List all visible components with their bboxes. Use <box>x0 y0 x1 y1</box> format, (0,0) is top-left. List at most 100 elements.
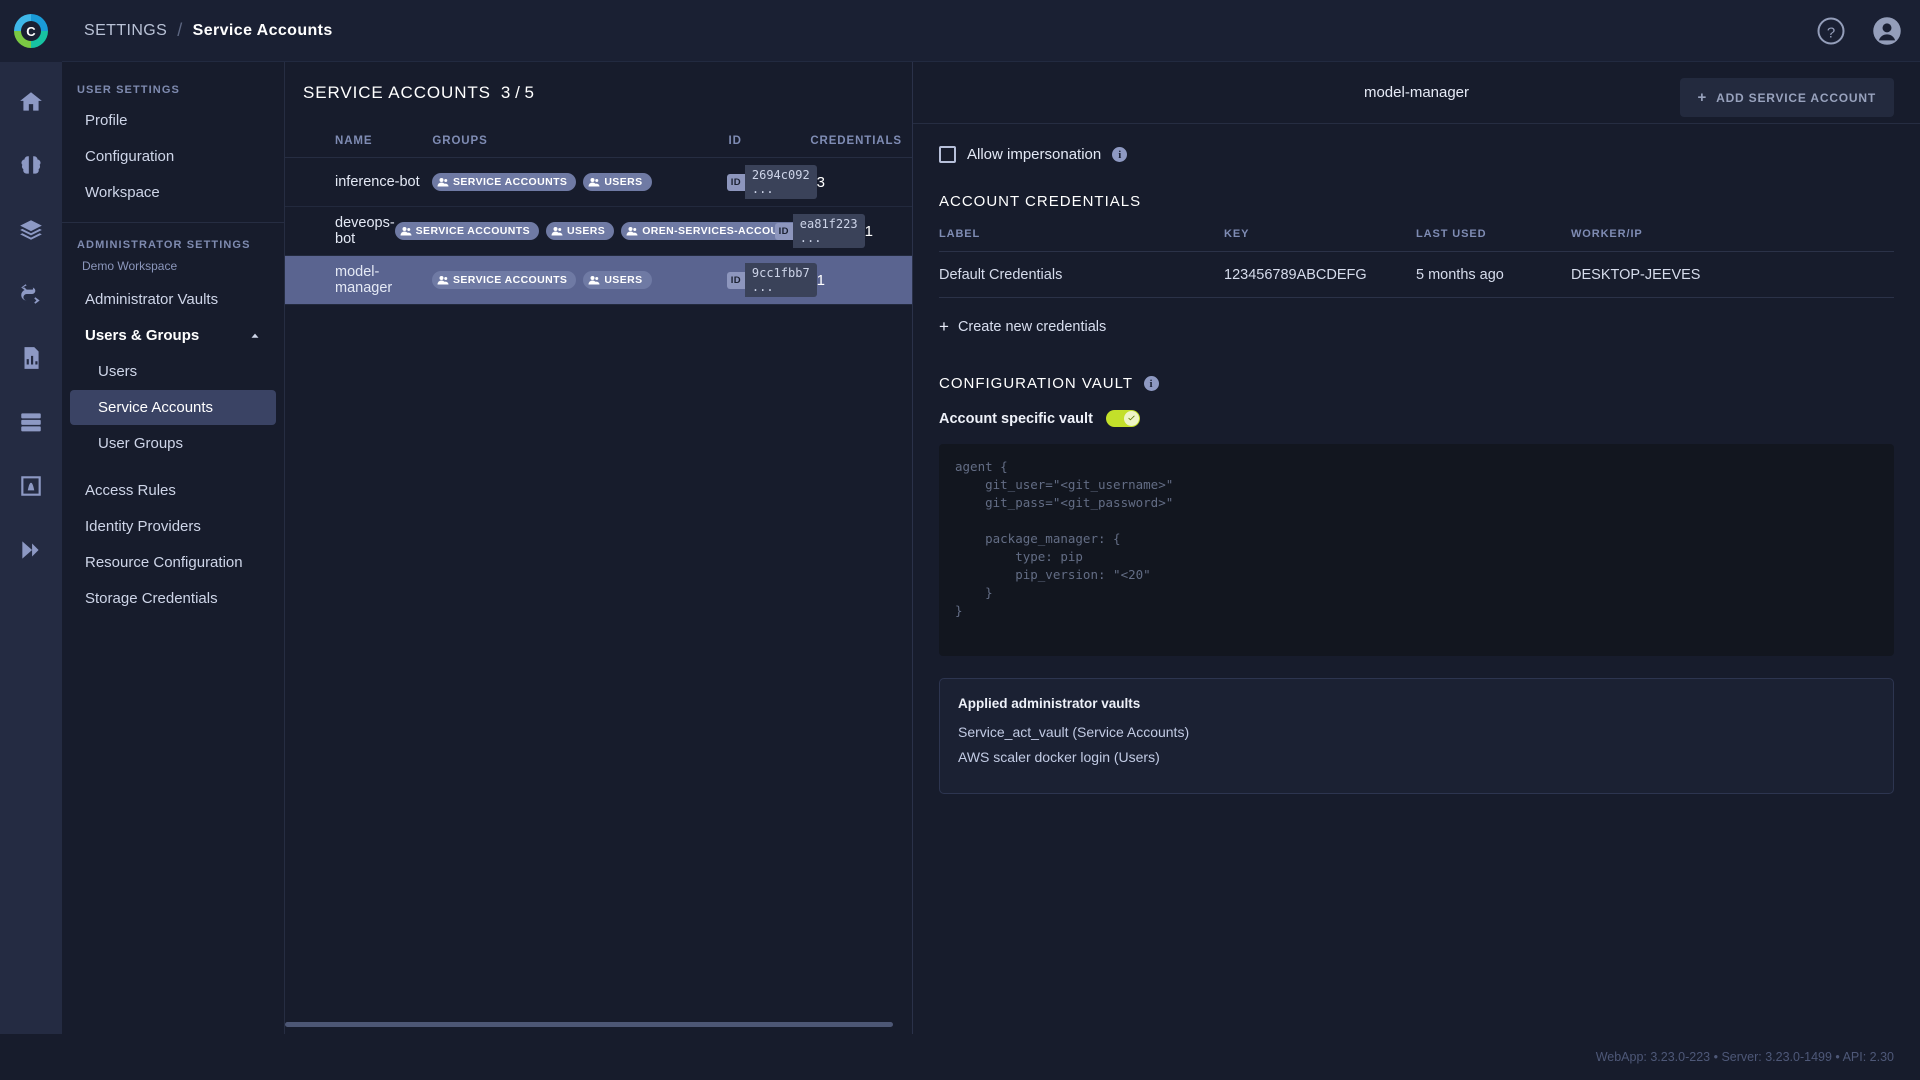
rail-item-flows[interactable] <box>9 272 53 316</box>
table-header: NAME GROUPS ID CREDENTIALS <box>285 124 912 158</box>
nav-label: Storage Credentials <box>85 590 218 607</box>
rail-item-datasets[interactable] <box>9 464 53 508</box>
id-chip[interactable]: ID ea81f223 ... <box>775 214 865 248</box>
cnvrg-logo-icon: C <box>10 10 52 52</box>
nav-label: Identity Providers <box>85 518 201 535</box>
breadcrumb-root[interactable]: SETTINGS <box>84 22 167 40</box>
nav-admin-settings-title: ADMINISTRATOR SETTINGS <box>62 229 284 257</box>
account-specific-vault-toggle[interactable] <box>1106 410 1140 427</box>
breadcrumb: SETTINGS / Service Accounts <box>84 20 333 41</box>
sidebar-item-access-rules[interactable]: Access Rules <box>70 473 276 508</box>
column-header-label: LABEL <box>939 228 1224 240</box>
info-icon[interactable]: i <box>1112 147 1127 162</box>
row-credentials-count: 1 <box>817 272 902 289</box>
credentials-row[interactable]: Default Credentials 123456789ABCDEFG 5 m… <box>939 252 1894 298</box>
credential-key: 123456789ABCDEFG <box>1224 267 1416 283</box>
nav-label: Users & Groups <box>85 327 199 344</box>
sidebar-item-users-and-groups[interactable]: Users & Groups <box>70 318 276 353</box>
sidebar-item-profile[interactable]: Profile <box>70 103 276 138</box>
group-users-icon <box>588 176 600 188</box>
id-chip[interactable]: ID 9cc1fbb7 ... <box>727 263 817 297</box>
group-chip[interactable]: SERVICE ACCOUNTS <box>395 222 539 240</box>
column-header-groups: GROUPS <box>432 135 728 147</box>
row-id[interactable]: ID 2694c092 ... <box>727 165 817 199</box>
nav-user-settings-title: USER SETTINGS <box>62 74 284 102</box>
table-row[interactable]: model-manager SERVICE ACCOUNTS USERS ID … <box>285 256 912 305</box>
rail-item-deploy[interactable] <box>9 528 53 572</box>
add-service-account-button[interactable]: + ADD SERVICE ACCOUNT <box>1680 78 1894 117</box>
id-chip-tag: ID <box>727 272 745 289</box>
svg-text:?: ? <box>1827 24 1835 41</box>
create-credentials-button[interactable]: + Create new credentials <box>939 318 1894 335</box>
nav-label: Access Rules <box>85 482 176 499</box>
group-chip[interactable]: USERS <box>583 173 651 191</box>
vault-code-editor[interactable]: agent { git_user="<git_username>" git_pa… <box>939 444 1894 656</box>
sidebar-item-workspace[interactable]: Workspace <box>70 175 276 210</box>
svg-text:C: C <box>26 24 36 39</box>
app-logo[interactable]: C <box>0 0 62 62</box>
table-row[interactable]: deveops-bot SERVICE ACCOUNTS USERS OREN-… <box>285 207 912 256</box>
sidebar-item-service-accounts[interactable]: Service Accounts <box>70 390 276 425</box>
account-specific-vault-row: Account specific vault <box>939 410 1894 427</box>
applied-vaults-title: Applied administrator vaults <box>958 696 1875 711</box>
nav-label: Service Accounts <box>98 399 213 416</box>
row-id[interactable]: ID 9cc1fbb7 ... <box>727 263 817 297</box>
sidebar-item-identity-providers[interactable]: Identity Providers <box>70 509 276 544</box>
user-avatar-icon[interactable] <box>1872 16 1902 46</box>
top-bar: C SETTINGS / Service Accounts ? <box>0 0 1920 62</box>
detail-panel: model-manager ✕ Allow impersonation i AC… <box>913 62 1920 1034</box>
brain-icon <box>18 153 44 179</box>
rail-item-ai[interactable] <box>9 144 53 188</box>
footer: WebApp: 3.23.0-223 • Server: 3.23.0-1499… <box>0 1034 1920 1080</box>
rail-item-compute[interactable] <box>9 400 53 444</box>
group-chip[interactable]: SERVICE ACCOUNTS <box>432 271 576 289</box>
group-chip-label: SERVICE ACCOUNTS <box>453 176 567 188</box>
group-chip[interactable]: USERS <box>583 271 651 289</box>
group-users-icon <box>400 225 412 237</box>
rail-item-projects[interactable] <box>9 208 53 252</box>
sidebar-item-resource-configuration[interactable]: Resource Configuration <box>70 545 276 580</box>
info-icon[interactable]: i <box>1144 376 1159 391</box>
rail-item-reports[interactable] <box>9 336 53 380</box>
breadcrumb-separator: / <box>177 20 182 41</box>
section-label: CONFIGURATION VAULT <box>939 375 1133 392</box>
add-service-account-label: ADD SERVICE ACCOUNT <box>1716 91 1876 105</box>
sidebar-item-configuration[interactable]: Configuration <box>70 139 276 174</box>
applied-vault-link[interactable]: Service_act_vault (Service Accounts) <box>958 724 1875 740</box>
group-users-icon <box>437 274 449 286</box>
nav-label: Workspace <box>85 184 160 201</box>
account-specific-vault-label: Account specific vault <box>939 411 1093 427</box>
row-groups: SERVICE ACCOUNTS USERS <box>432 173 727 191</box>
group-chip[interactable]: USERS <box>546 222 614 240</box>
detail-title: model-manager <box>1364 84 1469 101</box>
allow-impersonation-label: Allow impersonation <box>967 146 1101 163</box>
row-groups: SERVICE ACCOUNTS USERS <box>432 271 727 289</box>
sidebar-item-administrator-vaults[interactable]: Administrator Vaults <box>70 282 276 317</box>
deploy-arrow-icon <box>18 537 44 563</box>
scrollbar-thumb[interactable] <box>285 1022 893 1027</box>
horizontal-scrollbar[interactable] <box>285 1022 912 1027</box>
nav-divider <box>62 222 284 223</box>
group-chip[interactable]: SERVICE ACCOUNTS <box>432 173 576 191</box>
table-row[interactable]: inference-bot SERVICE ACCOUNTS USERS ID … <box>285 158 912 207</box>
icon-rail <box>0 62 62 1034</box>
id-chip[interactable]: ID 2694c092 ... <box>727 165 817 199</box>
account-credentials-title: ACCOUNT CREDENTIALS <box>939 193 1894 210</box>
configuration-vault-title: CONFIGURATION VAULT i <box>939 375 1894 392</box>
credential-label: Default Credentials <box>939 267 1224 283</box>
applied-vault-link[interactable]: AWS scaler docker login (Users) <box>958 749 1875 765</box>
list-header: SERVICE ACCOUNTS 3 / 5 <box>285 62 912 124</box>
group-users-icon <box>626 225 638 237</box>
rail-item-home[interactable] <box>9 80 53 124</box>
column-header-worker-ip: WORKER/IP <box>1571 228 1894 240</box>
sidebar-item-user-groups[interactable]: User Groups <box>70 426 276 461</box>
row-id[interactable]: ID ea81f223 ... <box>775 214 865 248</box>
allow-impersonation-checkbox[interactable] <box>939 146 956 163</box>
sidebar-item-storage-credentials[interactable]: Storage Credentials <box>70 581 276 616</box>
column-header-id: ID <box>729 135 811 147</box>
nav-label: User Groups <box>98 435 183 452</box>
help-circle-icon[interactable]: ? <box>1816 16 1846 46</box>
account-count: 3 / 5 <box>501 83 534 103</box>
applied-vaults-box: Applied administrator vaults Service_act… <box>939 678 1894 794</box>
sidebar-item-users[interactable]: Users <box>70 354 276 389</box>
